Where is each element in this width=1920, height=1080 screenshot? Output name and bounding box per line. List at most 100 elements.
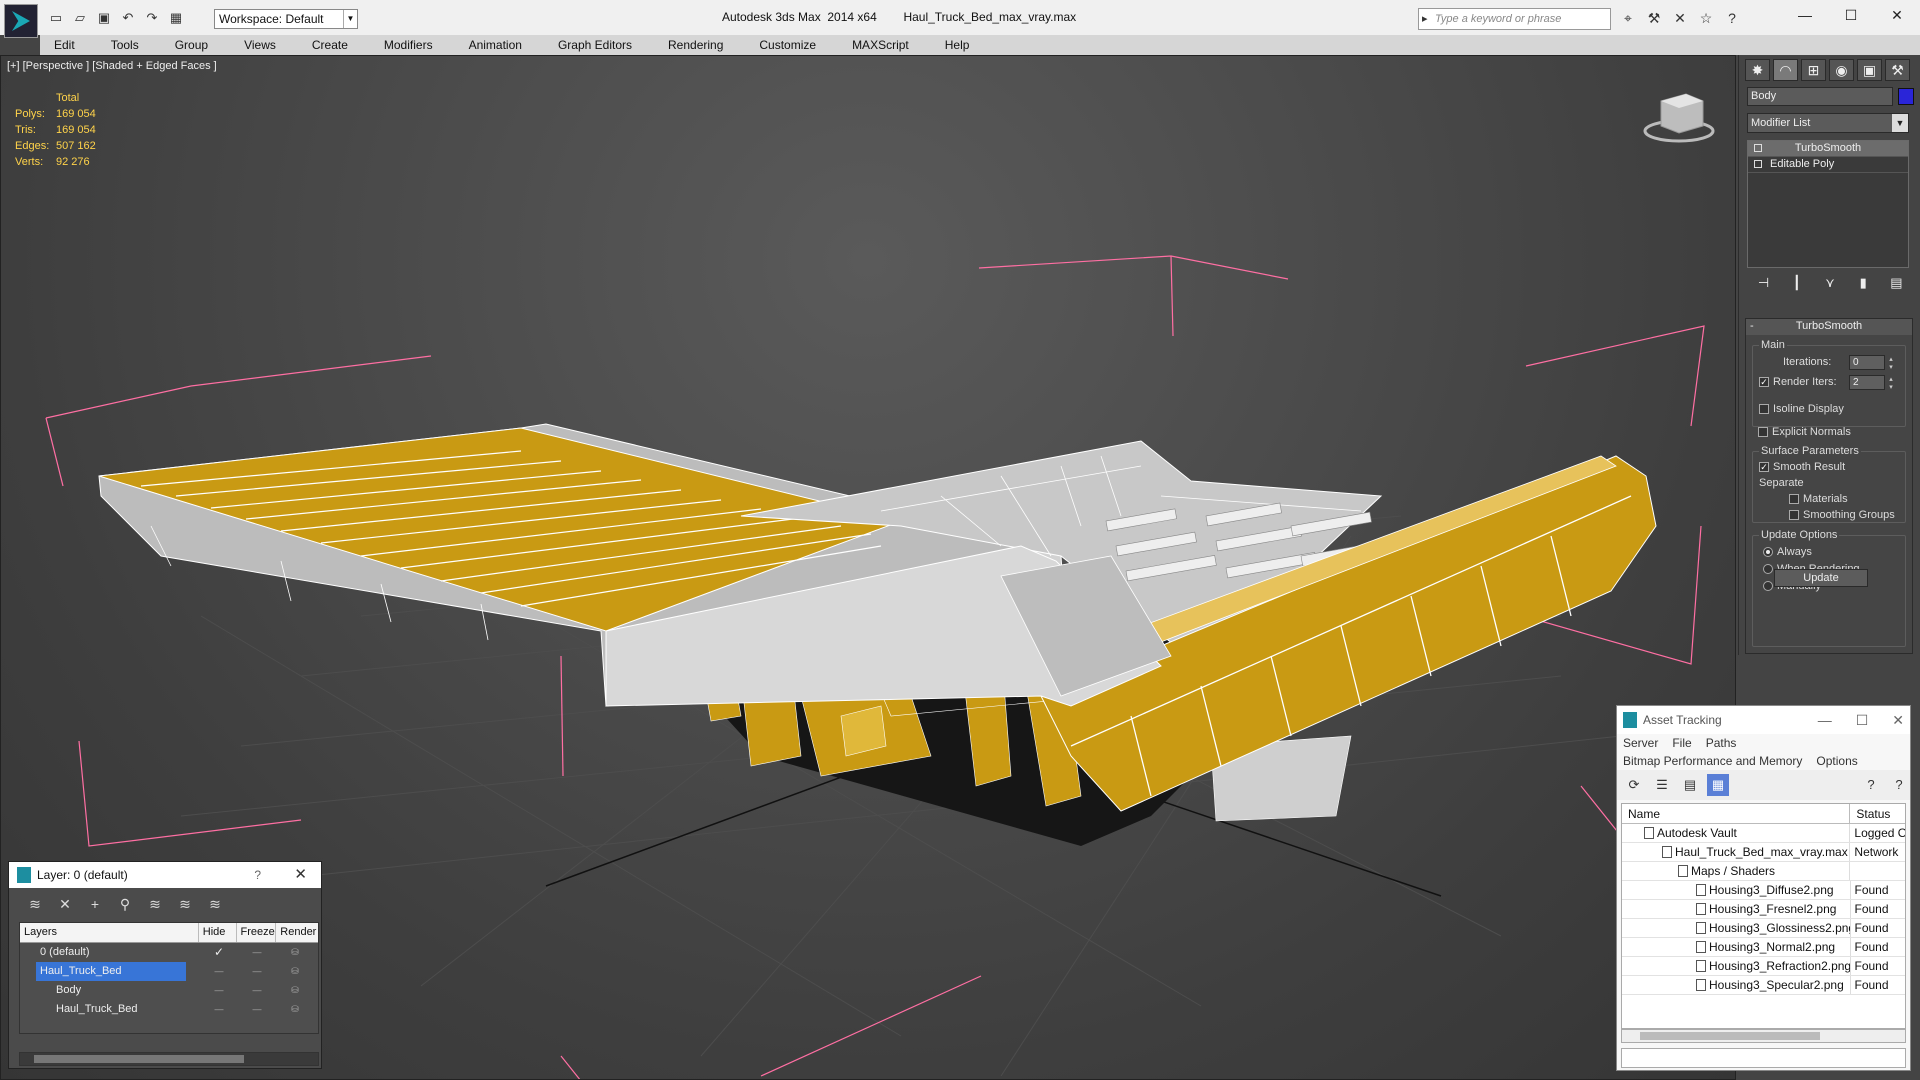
freeze-dash-icon[interactable]: — <box>238 943 276 962</box>
asset-row[interactable]: Housing3_Fresnel2.png Found <box>1622 900 1905 919</box>
modifier-list-dropdown[interactable]: Modifier List ▼ <box>1747 113 1909 133</box>
help-icon[interactable]: ? <box>1722 10 1742 28</box>
render-iters-checkbox[interactable]: ✓ <box>1759 377 1769 387</box>
render-teapot-icon[interactable]: ⛁ <box>276 981 314 1000</box>
menu-rendering[interactable]: Rendering <box>644 35 735 55</box>
menu-graph-editors[interactable]: Graph Editors <box>534 35 644 55</box>
save-icon[interactable]: ▣ <box>94 8 114 28</box>
minimize-icon[interactable]: — <box>1782 0 1828 30</box>
menu-file[interactable]: File <box>1672 734 1691 752</box>
menu-edit[interactable]: Edit <box>40 35 87 55</box>
add-to-layer-icon[interactable]: + <box>83 893 107 915</box>
column-layers[interactable]: Layers <box>20 923 199 942</box>
menu-customize[interactable]: Customize <box>735 35 828 55</box>
lightbulb-icon[interactable] <box>1754 144 1762 152</box>
column-hide[interactable]: Hide <box>199 923 237 942</box>
highlight-layer-icon[interactable]: ≋ <box>143 893 167 915</box>
menu-modifiers[interactable]: Modifiers <box>360 35 445 55</box>
layer-horizontal-scrollbar[interactable] <box>19 1052 319 1066</box>
select-objects-icon[interactable]: ⚲ <box>113 893 137 915</box>
layer-row[interactable]: Body — — ⛁ <box>20 981 318 1000</box>
menu-server[interactable]: Server <box>1623 734 1658 752</box>
isoline-display-checkbox[interactable] <box>1759 404 1769 414</box>
make-unique-icon[interactable]: ⋎ <box>1820 275 1840 295</box>
close-icon[interactable]: ✕ <box>294 862 307 888</box>
column-status[interactable]: Status <box>1850 804 1905 823</box>
binoculars-icon[interactable]: ⌖ <box>1618 10 1638 28</box>
freeze-unfreeze-icon[interactable]: ≋ <box>203 893 227 915</box>
display-tab-icon[interactable]: ▣ <box>1857 59 1882 81</box>
menu-group[interactable]: Group <box>151 35 220 55</box>
delete-layer-icon[interactable]: ✕ <box>53 893 77 915</box>
asset-row[interactable]: Housing3_Refraction2.png Found <box>1622 957 1905 976</box>
modify-tab-icon[interactable]: ◠ <box>1773 59 1798 81</box>
hierarchy-tab-icon[interactable]: ⊞ <box>1801 59 1826 81</box>
favorites-star-icon[interactable]: ☆ <box>1696 10 1716 28</box>
object-name-field[interactable]: Body <box>1747 87 1893 106</box>
communication-icon[interactable]: ✕ <box>1670 10 1690 28</box>
close-icon[interactable]: ✕ <box>1892 706 1904 734</box>
asset-row[interactable]: Housing3_Diffuse2.png Found <box>1622 881 1905 900</box>
stack-item-turbosmooth[interactable]: TurboSmooth <box>1748 141 1908 157</box>
iterations-spinner[interactable]: 0 <box>1849 355 1895 371</box>
freeze-dash-icon[interactable]: — <box>238 962 276 981</box>
close-icon[interactable]: ✕ <box>1874 0 1920 30</box>
menu-tools[interactable]: Tools <box>87 35 151 55</box>
update-button[interactable]: Update <box>1774 569 1868 587</box>
open-file-icon[interactable]: ▱ <box>70 8 90 28</box>
column-freeze[interactable]: Freeze <box>237 923 277 942</box>
help-icon[interactable]: ? <box>254 862 261 888</box>
motion-tab-icon[interactable]: ◉ <box>1829 59 1854 81</box>
hide-dash-icon[interactable]: — <box>200 1000 238 1019</box>
column-name[interactable]: Name <box>1622 804 1851 823</box>
stack-item-editable-poly[interactable]: Editable Poly <box>1748 157 1908 173</box>
hide-unhide-icon[interactable]: ≋ <box>173 893 197 915</box>
column-render[interactable]: Render <box>276 923 318 942</box>
create-tab-icon[interactable]: ✸ <box>1745 59 1770 81</box>
detail-view-icon[interactable]: ▤ <box>1679 774 1701 796</box>
hide-dash-icon[interactable]: — <box>200 962 238 981</box>
pin-stack-icon[interactable]: ⊣ <box>1754 275 1774 295</box>
subscription-icon[interactable]: ⚒ <box>1644 10 1664 28</box>
layer-window-titlebar[interactable]: Layer: 0 (default) ? ✕ <box>9 862 321 888</box>
always-radio[interactable] <box>1763 547 1773 557</box>
layer-row[interactable]: Haul_Truck_Bed — — ⛁ <box>20 1000 318 1019</box>
asset-row[interactable]: Maps / Shaders <box>1622 862 1905 881</box>
viewcube-icon[interactable] <box>1643 93 1715 143</box>
new-layer-icon[interactable]: ≋ <box>23 893 47 915</box>
hide-dash-icon[interactable]: — <box>200 981 238 1000</box>
render-teapot-icon[interactable]: ⛁ <box>276 962 314 981</box>
show-end-result-icon[interactable]: ┃ <box>1787 275 1807 295</box>
new-file-icon[interactable]: ▭ <box>46 8 66 28</box>
app-logo-icon[interactable] <box>4 4 38 38</box>
materials-checkbox[interactable] <box>1789 494 1799 504</box>
manually-radio[interactable] <box>1763 581 1773 591</box>
menu-create[interactable]: Create <box>288 35 360 55</box>
maximize-icon[interactable]: ☐ <box>1856 706 1869 734</box>
asset-tracking-titlebar[interactable]: Asset Tracking — ☐ ✕ <box>1617 706 1910 734</box>
asset-row[interactable]: Housing3_Normal2.png Found <box>1622 938 1905 957</box>
maximize-icon[interactable]: ☐ <box>1828 0 1874 30</box>
render-iters-spinner[interactable]: 2 <box>1849 375 1895 391</box>
menu-animation[interactable]: Animation <box>445 35 534 55</box>
smooth-result-checkbox[interactable]: ✓ <box>1759 462 1769 472</box>
smoothing-groups-checkbox[interactable] <box>1789 510 1799 520</box>
undo-icon[interactable]: ↶ <box>118 8 138 28</box>
asset-row[interactable]: Haul_Truck_Bed_max_vray.max Network <box>1622 843 1905 862</box>
layer-row[interactable]: 0 (default) ✓ — ⛁ <box>20 943 318 962</box>
table-view-icon[interactable]: ▦ <box>1707 774 1729 796</box>
workspace-dropdown[interactable]: Workspace: Default ▼ <box>214 9 358 29</box>
help-alt-icon[interactable]: ? <box>1888 774 1910 796</box>
menu-maxscript[interactable]: MAXScript <box>828 35 921 55</box>
menu-paths[interactable]: Paths <box>1706 734 1737 752</box>
asset-row[interactable]: Housing3_Specular2.png Found <box>1622 976 1905 995</box>
list-view-icon[interactable]: ☰ <box>1651 774 1673 796</box>
freeze-dash-icon[interactable]: — <box>238 1000 276 1019</box>
object-color-swatch[interactable] <box>1898 88 1914 105</box>
asset-horizontal-scrollbar[interactable] <box>1621 1029 1906 1043</box>
render-teapot-icon[interactable]: ⛁ <box>276 943 314 962</box>
scrollbar-thumb[interactable] <box>34 1055 244 1063</box>
asset-row[interactable]: Housing3_Glossiness2.png Found <box>1622 919 1905 938</box>
explicit-normals-checkbox[interactable] <box>1758 427 1768 437</box>
redo-icon[interactable]: ↷ <box>142 8 162 28</box>
